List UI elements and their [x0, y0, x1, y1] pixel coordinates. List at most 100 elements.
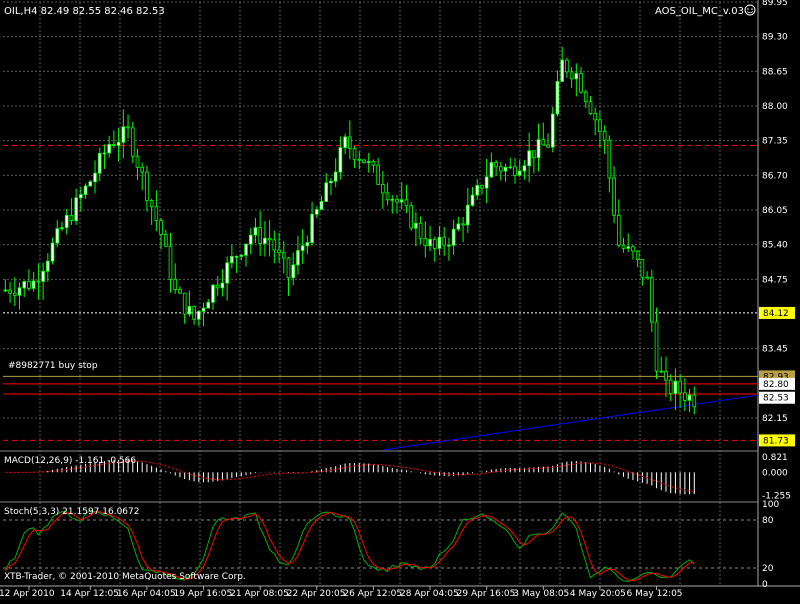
- candle-body: [541, 139, 546, 146]
- candle-body: [366, 161, 371, 163]
- candle-body: [27, 281, 31, 289]
- candle-body: [442, 236, 447, 246]
- candle-body: [154, 206, 159, 222]
- candle-body: [197, 310, 201, 320]
- y-axis-tick-label: 89.30: [762, 33, 788, 43]
- copyright-text: XTB-Trader, © 2001-2010 MetaQuotes Softw…: [4, 572, 246, 582]
- symbol-info: OIL,H4 82.49 82.55 82.46 82.53: [4, 6, 165, 17]
- macd-tick-label: 0.000: [762, 468, 788, 478]
- chart-window[interactable]: 0.821 0.000 -1.255 100 80 20 0 89.95 89.30 88.6…: [0, 0, 800, 600]
- x-axis-tick-label: 14 Apr 12:05: [60, 589, 119, 599]
- x-axis-tick-label: 6 May 12:05: [627, 589, 683, 599]
- price-chart-svg[interactable]: 0.8210.000-1.255 10080200 89.9589.3088.6…: [0, 0, 800, 600]
- price-tag-label: 82.80: [763, 380, 789, 390]
- x-axis-tick-label: 4 May 20:05: [570, 589, 626, 599]
- candle-body: [390, 198, 395, 201]
- candle-body: [565, 59, 569, 73]
- y-axis-tick-label: 86.70: [762, 171, 788, 181]
- candle-body: [362, 159, 366, 163]
- candle-body: [291, 264, 296, 279]
- candle-body: [88, 181, 93, 187]
- candle-body: [267, 237, 272, 241]
- stoch-tick-label: 80: [762, 516, 774, 526]
- candle-body: [418, 222, 423, 239]
- candle-body: [546, 144, 550, 148]
- candle-body: [31, 280, 36, 289]
- candle-body: [201, 307, 206, 312]
- candle-body: [163, 234, 168, 247]
- candle-body: [338, 147, 343, 173]
- candle-body: [83, 185, 88, 195]
- candle-body: [357, 158, 362, 161]
- candle-body: [116, 141, 121, 146]
- candle-body: [187, 306, 192, 315]
- candle-body: [423, 237, 428, 247]
- candle-body: [673, 380, 678, 394]
- candle-body: [465, 204, 470, 226]
- y-axis-tick-label: 86.05: [762, 206, 788, 216]
- candle-body: [687, 394, 692, 401]
- candle-body: [602, 131, 607, 141]
- candle-body: [168, 245, 173, 280]
- candle-body: [135, 155, 140, 168]
- x-axis-tick-label: 28 Apr 04:05: [400, 589, 459, 599]
- stoch-label: Stoch(5,3,3) 21.1597 16.0672: [4, 507, 139, 517]
- candle-body: [399, 199, 404, 203]
- candle-body: [324, 182, 329, 202]
- candle-body: [130, 127, 135, 157]
- candle-body: [50, 242, 55, 262]
- x-axis-tick-label: 22 Apr 20:05: [287, 589, 346, 599]
- candle-body: [508, 166, 513, 169]
- candle-body: [296, 250, 300, 266]
- x-axis-tick-label: 19 Apr 16:05: [174, 589, 233, 599]
- candle-body: [461, 223, 465, 226]
- candle-body: [598, 119, 602, 133]
- candle-body: [314, 209, 319, 215]
- candle-body: [579, 73, 583, 93]
- candle-body: [112, 143, 116, 146]
- candle-body: [206, 301, 211, 309]
- y-axis-tick-label: 88.65: [762, 67, 788, 77]
- y-axis-tick-label: 89.95: [762, 0, 788, 8]
- candle-body: [149, 199, 154, 208]
- candle-body: [650, 277, 654, 323]
- stoch-tick-label: 0: [762, 580, 768, 590]
- candle-body: [140, 166, 145, 173]
- candle-body: [79, 194, 83, 199]
- candle-body: [385, 192, 390, 201]
- candle-body: [17, 287, 22, 296]
- candle-body: [371, 161, 376, 166]
- candle-body: [616, 214, 621, 246]
- candle-body: [93, 172, 97, 183]
- candle-body: [640, 259, 645, 278]
- candle-body: [456, 223, 461, 230]
- candle-body: [145, 171, 149, 201]
- candle-body: [522, 165, 527, 172]
- candle-body: [517, 170, 522, 176]
- candle-body: [230, 255, 234, 264]
- candle-body: [404, 199, 409, 207]
- y-axis-tick-label: 83.45: [762, 345, 788, 355]
- candle-body: [432, 238, 437, 249]
- y-axis-tick-label: 85.40: [762, 241, 788, 251]
- candle-body: [159, 220, 163, 235]
- candle-body: [664, 371, 668, 381]
- candle-body: [588, 101, 593, 114]
- candle-body: [395, 198, 399, 203]
- candle-body: [22, 281, 27, 289]
- candle-body: [343, 136, 347, 149]
- price-tag-label: 81.73: [763, 436, 789, 446]
- candle-body: [225, 262, 229, 284]
- candle-body: [513, 166, 517, 176]
- candle-body: [668, 379, 673, 394]
- candle-body: [555, 81, 560, 115]
- candle-body: [178, 289, 182, 294]
- candle-body: [64, 214, 69, 228]
- candle-body: [437, 236, 442, 249]
- candle-body: [244, 243, 248, 256]
- candle-body: [409, 205, 413, 229]
- y-axis-tick-label: 87.35: [762, 137, 788, 147]
- candle-body: [234, 255, 239, 258]
- candle-body: [102, 152, 107, 155]
- candle-body: [527, 150, 531, 167]
